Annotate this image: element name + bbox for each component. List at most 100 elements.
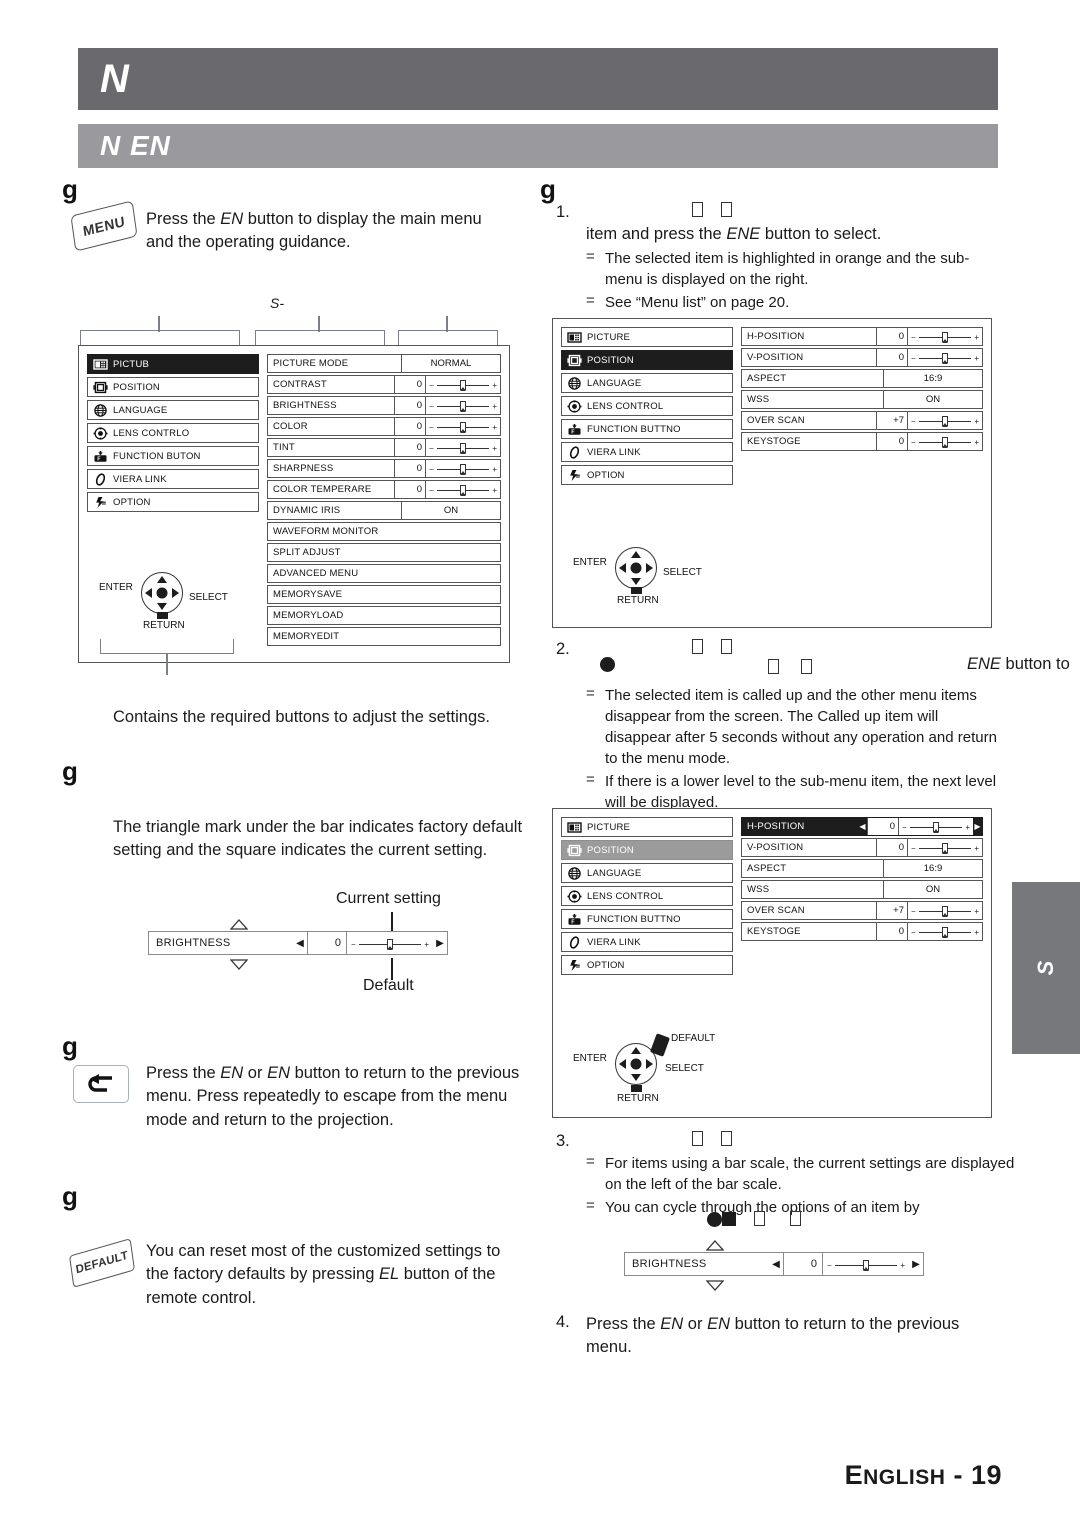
osd-submenu-row[interactable]: MEMORYSAVE — [267, 585, 501, 604]
osd-submenu-label: DYNAMIC IRIS — [273, 505, 341, 516]
osd-submenu-row[interactable]: SPLIT ADJUST — [267, 543, 501, 562]
osd-menu-item-viera-link[interactable]: VIERA LINK — [561, 442, 733, 462]
submenu-right-arrow[interactable]: ▶ — [973, 822, 982, 831]
osd-menu-item-viera-link[interactable]: VIERA LINK — [561, 932, 733, 952]
step1-notes: = The selected item is highlighted in or… — [586, 246, 996, 313]
submenu-left-arrow[interactable]: ◀ — [858, 822, 867, 831]
osd-menu-item-pictub[interactable]: PICTUB — [87, 354, 259, 374]
position-icon — [92, 380, 108, 394]
osd-submenu-row[interactable]: CONTRAST 0− + — [267, 375, 501, 394]
osd-submenu-bar[interactable]: − + — [426, 481, 500, 498]
osd-menu-item-position[interactable]: POSITION — [561, 840, 733, 860]
brightness-label: BRIGHTNESS — [632, 1258, 707, 1270]
osd-menu-item-picture[interactable]: PICTURE — [561, 327, 733, 347]
brightness-right-arrow[interactable]: ▶ — [909, 1259, 923, 1270]
guidance-select-label: SELECT — [663, 567, 702, 578]
osd-menu-item-picture[interactable]: PICTURE — [561, 817, 733, 837]
osd-submenu-bar[interactable]: − + — [908, 923, 982, 940]
osd-menu-item-label: FUNCTION BUTTNO — [587, 423, 681, 435]
osd-submenu-value: NORMAL — [401, 355, 500, 372]
step1-number: 1. — [556, 203, 570, 221]
osd-submenu-label: KEYSTOGE — [747, 926, 801, 937]
osd-menu-item-function-buttno[interactable]: F FUNCTION BUTTNO — [561, 419, 733, 439]
osd-submenu-bar[interactable]: − + — [908, 412, 982, 429]
osd-menu-item-label: POSITION — [587, 844, 634, 856]
left-section4-marker: g — [62, 1181, 78, 1211]
osd-submenu-row[interactable]: WSS ON — [741, 880, 983, 899]
step3-note-0: = For items using a bar scale, the curre… — [586, 1153, 1016, 1195]
osd-submenu-row[interactable]: H-POSITION 0− + — [741, 327, 983, 346]
osd-submenu-bar[interactable]: − + — [426, 439, 500, 456]
osd-submenu-bar[interactable]: − + — [908, 328, 982, 345]
step1-text: item and press the ENE button to select. — [586, 225, 882, 243]
osd-submenu-bar[interactable]: − + — [426, 418, 500, 435]
osd-submenu-row[interactable]: COLOR 0− + — [267, 417, 501, 436]
osd-submenu-row[interactable]: V-POSITION 0− + — [741, 838, 983, 857]
osd-submenu-row[interactable]: V-POSITION 0− + — [741, 348, 983, 367]
osd-menu-item-label: LENS CONTRLO — [113, 427, 190, 439]
osd-menu-item-language[interactable]: LANGUAGE — [87, 400, 259, 420]
osd-submenu-bar[interactable]: − + — [426, 376, 500, 393]
brightness-left-arrow[interactable]: ◀ — [769, 1259, 783, 1270]
osd-submenu-row[interactable]: COLOR TEMPERARE 0− + — [267, 480, 501, 499]
osd-submenu-bar[interactable]: − + — [426, 460, 500, 477]
osd-menu-item-function-buttno[interactable]: F FUNCTION BUTTNO — [561, 909, 733, 929]
osd-submenu-row[interactable]: ASPECT 16:9 — [741, 369, 983, 388]
osd-menu-item-position[interactable]: POSITION — [561, 350, 733, 370]
step2-black-dot-icon — [600, 656, 615, 674]
osd-submenu-bar[interactable]: − + — [908, 902, 982, 919]
osd-submenu-row[interactable]: KEYSTOGE 0− + — [741, 432, 983, 451]
osd-menu-item-option[interactable]: OPTION — [561, 955, 733, 975]
osd-main-menu-list: PICTUB POSITION LANGUAGE LENS CONTRLO F FUNCT… — [87, 354, 259, 654]
osd-menu-item-lens-control[interactable]: LENS CONTROL — [561, 396, 733, 416]
osd-menu-item-lens-contrlo[interactable]: LENS CONTRLO — [87, 423, 259, 443]
osd-submenu-row[interactable]: ASPECT 16:9 — [741, 859, 983, 878]
osd-submenu-row[interactable]: TINT 0− + — [267, 438, 501, 457]
osd-submenu-row[interactable]: H-POSITION ◀ 0− + ▶ — [741, 817, 983, 836]
osd-submenu-row[interactable]: WAVEFORM MONITOR — [267, 522, 501, 541]
note-text: You can cycle through the options of an … — [605, 1199, 920, 1216]
osd-submenu-bar[interactable]: − + — [908, 839, 982, 856]
osd-submenu-value: 0 — [394, 460, 426, 477]
brightness-bar[interactable]: − + — [347, 932, 433, 954]
osd-menu-item-position[interactable]: POSITION — [87, 377, 259, 397]
brightness-row[interactable]: BRIGHTNESS ◀ 0 − + ▶ — [148, 931, 448, 955]
triangle-down-icon — [229, 957, 249, 975]
default-key-marker-icon — [650, 1033, 670, 1057]
osd-submenu-row[interactable]: DYNAMIC IRIS ON — [267, 501, 501, 520]
osd-menu-item-language[interactable]: LANGUAGE — [561, 373, 733, 393]
osd-submenu-row[interactable]: WSS ON — [741, 390, 983, 409]
brightness-row[interactable]: BRIGHTNESS ◀ 0 − + ▶ — [624, 1252, 924, 1276]
return-button-note: Press the EN or EN button to return to t… — [146, 1064, 520, 1129]
bar-plus-sign: + — [424, 939, 429, 949]
osd-submenu-bar[interactable]: − + — [908, 349, 982, 366]
osd-submenu-bar[interactable]: − + — [426, 397, 500, 414]
osd-submenu-bar[interactable]: − + — [908, 433, 982, 450]
osd-submenu-row[interactable]: MEMORYLOAD — [267, 606, 501, 625]
black-square-icon — [722, 1212, 736, 1226]
brightness-left-arrow[interactable]: ◀ — [293, 938, 307, 949]
osd-position-submenu-2: H-POSITION ◀ 0− + ▶ V-POSITION 0− + ASPECT 16:9 WS… — [741, 817, 983, 1109]
osd-menu-item-option[interactable]: OPTION — [561, 465, 733, 485]
osd-submenu-row[interactable]: OVER SCAN +7− + — [741, 411, 983, 430]
page-footer: ENGLISH - 19 — [845, 1460, 1002, 1491]
brightness-right-arrow[interactable]: ▶ — [433, 938, 447, 949]
osd-menu-item-lens-control[interactable]: LENS CONTROL — [561, 886, 733, 906]
osd-submenu-row[interactable]: BRIGHTNESS 0− + — [267, 396, 501, 415]
brightness-bar[interactable]: − + — [823, 1253, 909, 1275]
function-button-icon: F — [566, 912, 582, 926]
osd-menu-item-language[interactable]: LANGUAGE — [561, 863, 733, 883]
osd-submenu-row[interactable]: KEYSTOGE 0− + — [741, 922, 983, 941]
osd-submenu-row[interactable]: OVER SCAN +7− + — [741, 901, 983, 920]
globe-icon — [92, 403, 108, 417]
osd-submenu-row[interactable]: PICTURE MODE NORMAL — [267, 354, 501, 373]
osd-submenu-label: OVER SCAN — [747, 415, 805, 426]
osd-menu-item-viera-link[interactable]: VIERA LINK — [87, 469, 259, 489]
osd-submenu-row[interactable]: MEMORYEDIT — [267, 627, 501, 646]
osd-submenu-row[interactable]: ADVANCED MENU — [267, 564, 501, 583]
osd-menu-item-option[interactable]: OPTION — [87, 492, 259, 512]
osd-menu-item-label: PICTURE — [587, 331, 631, 343]
osd-submenu-row[interactable]: SHARPNESS 0− + — [267, 459, 501, 478]
osd-submenu-bar[interactable]: − + — [899, 818, 973, 835]
osd-menu-item-function-buton[interactable]: F FUNCTION BUTON — [87, 446, 259, 466]
